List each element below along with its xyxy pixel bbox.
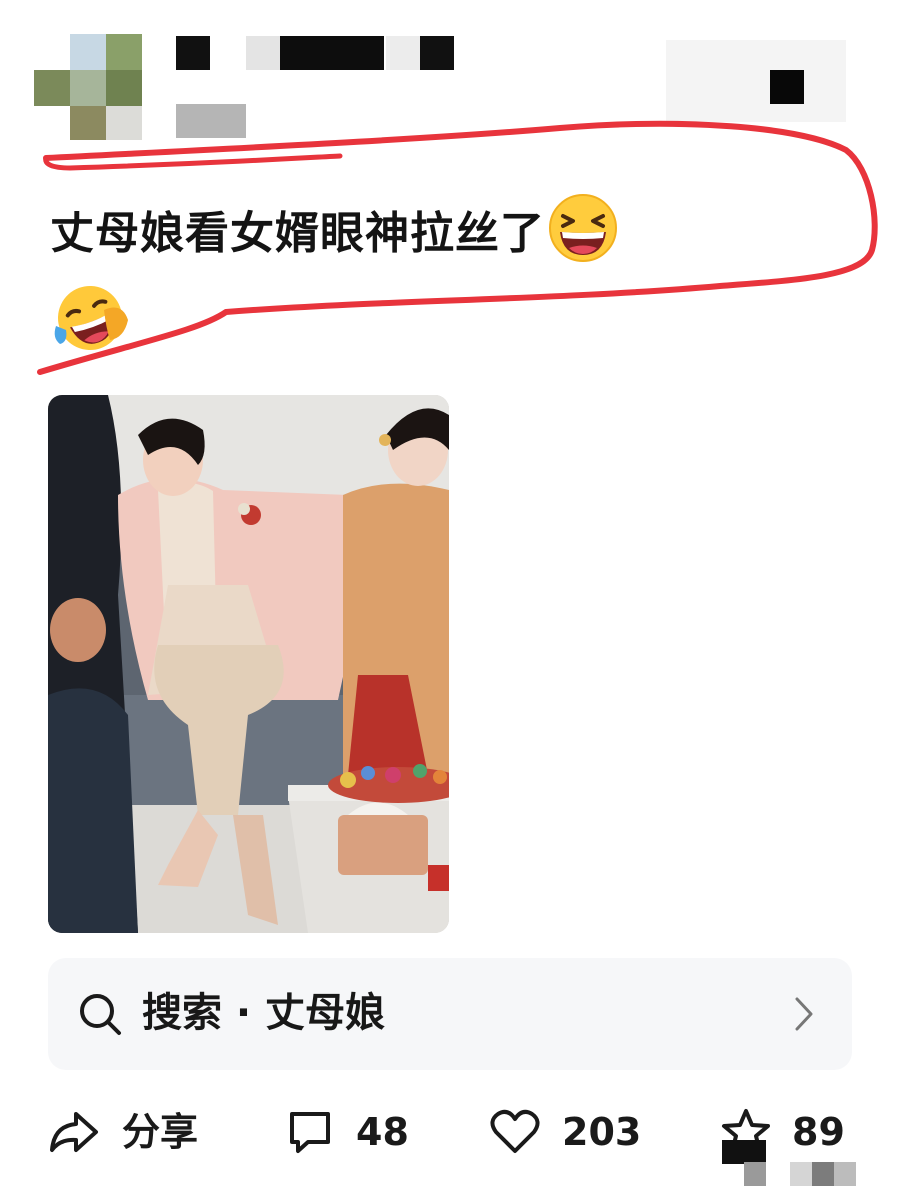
search-suggestion-bar[interactable]: 搜索 · 丈母娘 [48,958,852,1070]
post-photo[interactable] [48,395,449,933]
avatar[interactable] [34,34,142,140]
favorite-count: 89 [792,1110,845,1154]
search-icon [80,994,121,1035]
like-button[interactable]: 203 [490,1100,641,1164]
meta-redacted [176,104,246,138]
comment-bubble-icon [290,1112,330,1153]
heart-icon [490,1109,540,1153]
post-caption: 丈母娘看女婿眼神拉丝了 [50,208,545,259]
share-label: 分享 [122,1110,199,1154]
share-arrow-icon [50,1112,98,1152]
like-count: 203 [562,1110,642,1154]
rolling-laughing-emoji-icon [50,280,132,370]
search-suggestion-label: 搜索 · 丈母娘 [142,990,386,1036]
share-button[interactable]: 分享 [48,1100,198,1164]
comment-button[interactable]: 48 [286,1100,409,1164]
chevron-right-icon [795,997,813,1031]
comment-count: 48 [356,1110,409,1154]
grinning-squinting-emoji-icon [545,192,621,280]
post-text: 丈母娘看女婿眼神拉丝了 [50,192,850,370]
